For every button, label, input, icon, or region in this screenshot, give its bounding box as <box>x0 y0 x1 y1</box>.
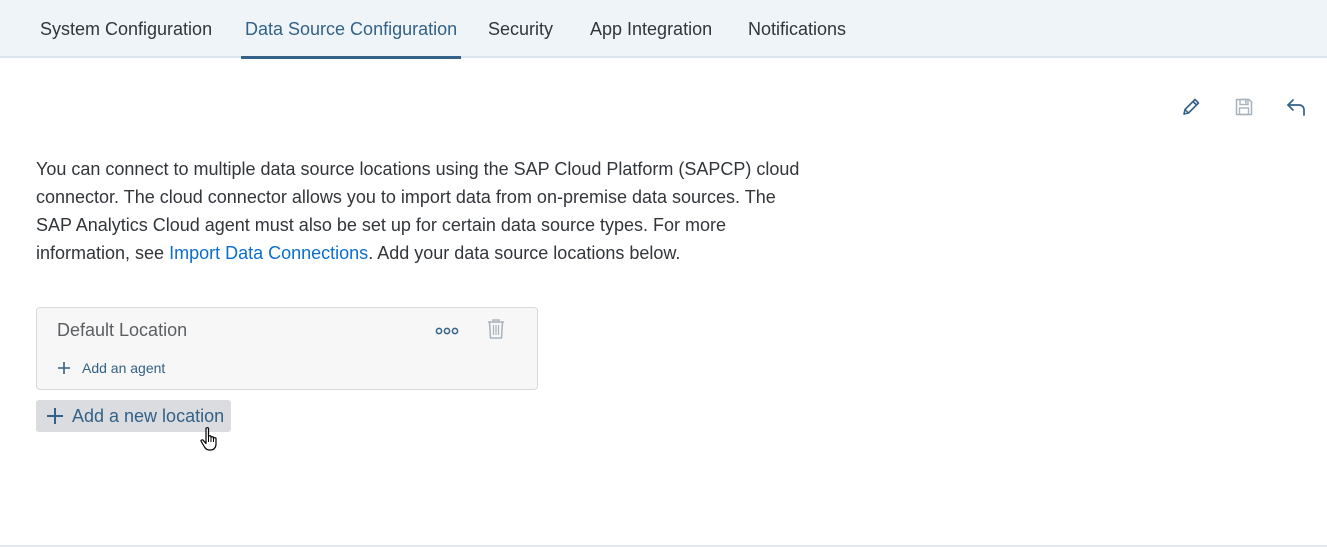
tab-security[interactable]: Security <box>488 0 553 58</box>
more-horizontal-icon <box>435 327 459 335</box>
import-data-connections-link[interactable]: Import Data Connections <box>169 243 368 263</box>
pencil-icon <box>1183 98 1200 115</box>
tab-label: App Integration <box>590 19 713 39</box>
tab-label: Data Source Configuration <box>245 19 458 39</box>
undo-icon <box>1287 99 1305 116</box>
plus-icon <box>57 361 71 375</box>
edit-button[interactable] <box>1178 94 1204 120</box>
add-new-location-label: Add a new location <box>72 405 225 426</box>
tab-bar: System Configuration Data Source Configu… <box>0 0 1327 59</box>
tab-notifications[interactable]: Notifications <box>748 0 846 58</box>
hand-cursor-icon <box>200 427 217 451</box>
description-text: You can connect to multiple data source … <box>36 155 816 267</box>
more-options-button[interactable] <box>433 320 461 342</box>
delete-location-button[interactable] <box>484 317 508 341</box>
save-button[interactable] <box>1231 94 1257 120</box>
undo-button[interactable] <box>1283 94 1309 120</box>
plus-icon <box>46 407 64 425</box>
save-icon <box>1235 98 1253 116</box>
location-title: Default Location <box>57 320 188 340</box>
tab-app-integration[interactable]: App Integration <box>590 0 712 58</box>
trash-icon <box>488 319 504 339</box>
tab-data-source-configuration[interactable]: Data Source Configuration <box>241 0 462 59</box>
description-outro: . Add your data source locations below. <box>368 243 681 263</box>
add-agent-button[interactable]: Add an agent <box>57 357 165 379</box>
add-agent-label: Add an agent <box>82 360 166 376</box>
active-tab-indicator <box>241 56 462 59</box>
tab-system-configuration[interactable]: System Configuration <box>40 0 212 58</box>
tab-label: System Configuration <box>40 19 213 39</box>
location-card: Default Location Add an agent <box>36 307 538 390</box>
tab-label: Security <box>488 19 554 39</box>
tab-label: Notifications <box>748 19 847 39</box>
